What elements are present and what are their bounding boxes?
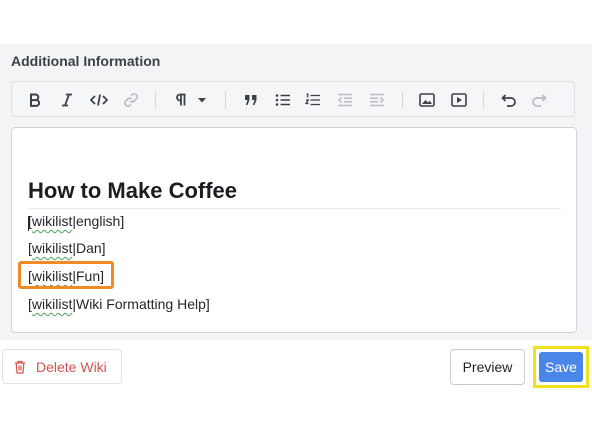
spellcheck-word: wikilist [31, 213, 73, 229]
outdent-icon[interactable] [334, 89, 356, 111]
toolbar-divider [225, 91, 226, 109]
delete-wiki-button[interactable]: Delete Wiki [2, 349, 122, 384]
heading-divider [28, 208, 561, 209]
wikilist-line-english: [wikilist|english] [28, 213, 125, 229]
video-icon[interactable] [448, 89, 470, 111]
italic-icon[interactable] [56, 89, 78, 111]
quote-icon[interactable] [240, 89, 262, 111]
bold-icon[interactable] [24, 89, 46, 111]
link-icon[interactable] [120, 89, 142, 111]
spellcheck-word: wikilist [31, 240, 73, 256]
save-highlight: Save [533, 346, 589, 388]
editor-toolbar [11, 81, 575, 117]
bullet-list-icon[interactable] [272, 89, 294, 111]
preview-button[interactable]: Preview [450, 349, 525, 385]
numbered-list-icon[interactable] [302, 89, 324, 111]
wikilist-line-help: [wikilist|Wiki Formatting Help] [28, 296, 210, 312]
paragraph-icon[interactable] [170, 89, 192, 111]
save-button[interactable]: Save [539, 352, 583, 382]
delete-wiki-label: Delete Wiki [36, 358, 107, 375]
wikilist-line-dan: [wikilist|Dan] [28, 240, 106, 256]
redo-icon[interactable] [528, 89, 550, 111]
spellcheck-word: wikilist [31, 296, 73, 312]
chevron-down-icon[interactable] [191, 89, 213, 111]
toolbar-divider [402, 91, 403, 109]
undo-icon[interactable] [498, 89, 520, 111]
image-icon[interactable] [416, 89, 438, 111]
trash-icon [15, 360, 25, 374]
toolbar-divider [155, 91, 156, 109]
toolbar-divider [483, 91, 484, 109]
wiki-editor[interactable]: How to Make Coffee [wikilist|english] [w… [11, 127, 577, 333]
section-title: Additional Information [11, 53, 161, 69]
document-heading: How to Make Coffee [28, 178, 238, 203]
highlight-annotation [18, 261, 114, 289]
code-icon[interactable] [88, 89, 110, 111]
indent-icon[interactable] [366, 89, 388, 111]
